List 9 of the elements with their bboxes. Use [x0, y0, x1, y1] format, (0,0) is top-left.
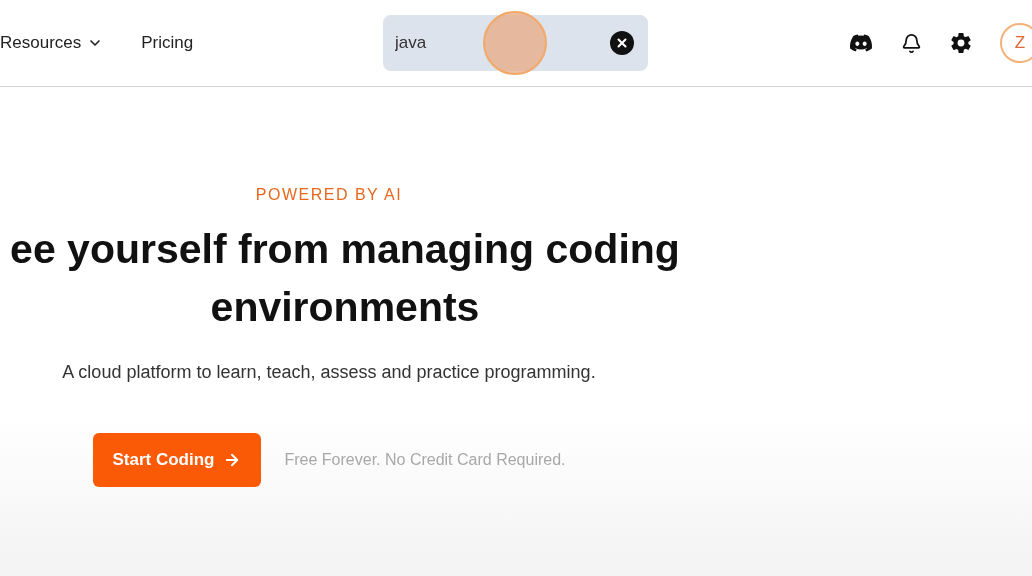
- settings-icon[interactable]: [950, 32, 972, 54]
- nav-link[interactable]: Resources: [0, 33, 104, 53]
- eyebrow-text: POWERED BY AI: [255, 186, 403, 204]
- subtitle: A cloud platform to learn, teach, assess and practice programming.: [62, 362, 596, 383]
- close-icon: [615, 36, 629, 50]
- nav-link[interactable]: Pricing: [141, 33, 194, 53]
- note-text: Free Forever. No Credit Card Required.: [284, 451, 566, 469]
- bell-icon[interactable]: [901, 32, 922, 54]
- headline: ee yourself from managing coding environments: [9, 225, 681, 332]
